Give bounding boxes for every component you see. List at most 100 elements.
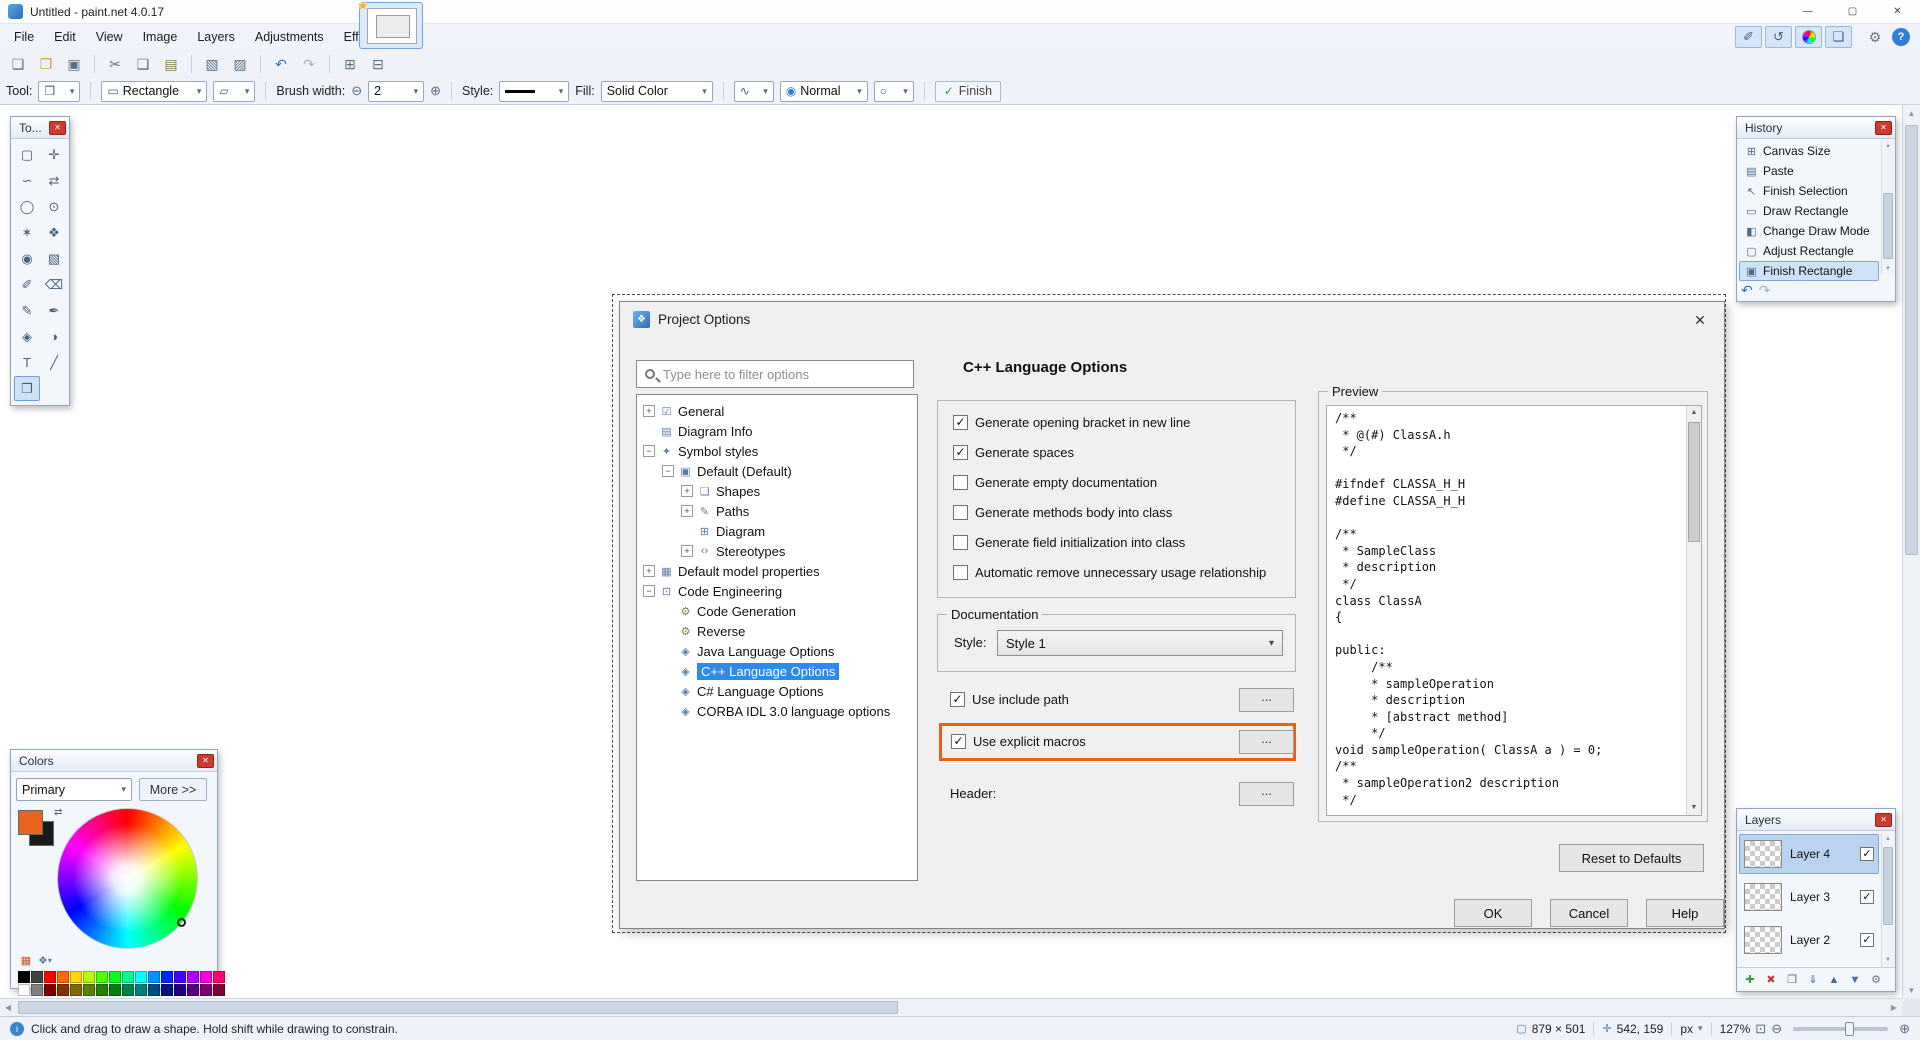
scrollbar-thumb[interactable] [1883,193,1893,259]
history-window-toggle[interactable]: ↺ [1765,26,1792,48]
dialog-help-button[interactable]: Help [1646,899,1724,927]
menu-image[interactable]: Image [133,26,188,48]
close-icon[interactable]: ✕ [1875,121,1892,135]
shape-type-dropdown[interactable]: ▭ Rectangle ▾ [101,81,207,102]
expander-icon[interactable]: + [681,485,693,497]
color-swatch[interactable] [109,984,121,996]
tree-item-symbol-styles[interactable]: −✦Symbol styles [637,441,917,461]
zoom-in-button[interactable]: ⊕ [1899,1021,1910,1037]
tool-move-selection[interactable]: ⇄ [41,168,67,193]
tree-item-general[interactable]: +☑General [637,401,917,421]
include-path-browse-button[interactable]: ... [1239,688,1294,712]
zoom-to-window-button[interactable]: ⊡ [1755,1021,1766,1037]
color-swatch[interactable] [70,984,82,996]
tree-item-reverse[interactable]: ⚙Reverse [637,621,917,641]
color-swatch[interactable] [31,971,43,983]
minimize-button[interactable]: — [1785,0,1830,24]
layer-visibility-checkbox[interactable]: ✓ [1860,933,1874,947]
tool-eraser[interactable]: ⌫ [41,272,67,297]
ruler-toggle-button[interactable]: ⊟ [366,52,390,76]
cut-button[interactable]: ✂ [103,52,127,76]
tool-shapes-selected[interactable]: ❒ [14,376,40,401]
layer-visibility-checkbox[interactable]: ✓ [1860,890,1874,904]
decrease-width-button[interactable]: ⊖ [351,83,362,99]
checkbox[interactable]: ✓ [951,734,966,749]
image-list-thumbnail[interactable]: ★ [359,2,423,49]
header-browse-button[interactable]: ... [1239,782,1294,806]
color-swatch[interactable] [70,971,82,983]
color-swatch[interactable] [200,984,212,996]
color-swatch[interactable] [187,971,199,983]
menu-edit[interactable]: Edit [44,26,86,48]
color-swatch[interactable] [31,984,43,996]
fill-style-dropdown[interactable]: Solid Color ▾ [601,81,713,102]
checkbox[interactable] [953,535,968,550]
color-swatch[interactable] [200,971,212,983]
scroll-right-icon[interactable]: ▶ [1886,999,1902,1016]
tree-item-java-language-options[interactable]: ◈Java Language Options [637,641,917,661]
color-swatch[interactable] [83,984,95,996]
scroll-left-icon[interactable]: ◀ [0,999,16,1016]
scrollbar-thumb[interactable] [1688,422,1700,542]
layers-window-toggle[interactable]: ❏ [1825,26,1852,48]
checkbox[interactable]: ✓ [953,445,968,460]
expander-icon[interactable]: + [681,505,693,517]
open-button[interactable]: ❒ [34,52,58,76]
checkbox[interactable]: ✓ [950,692,965,707]
color-swatch[interactable] [161,971,173,983]
redo-icon[interactable]: ↷ [1759,282,1771,299]
tool-lasso-select[interactable]: ∽ [14,168,40,193]
duplicate-layer-button[interactable]: ❐ [1783,971,1801,989]
tree-item-corba-language-options[interactable]: ◈CORBA IDL 3.0 language options [637,701,917,721]
dialog-close-button[interactable]: ✕ [1690,310,1710,330]
tree-item-paths[interactable]: +✎Paths [637,501,917,521]
color-swatch[interactable] [122,971,134,983]
history-item[interactable]: ⊞Canvas Size [1739,141,1879,161]
help-button[interactable]: ? [1892,28,1910,46]
checkbox[interactable] [953,565,968,580]
color-swatch[interactable] [174,971,186,983]
scroll-up-icon[interactable]: ▲ [1882,834,1894,845]
new-image-button[interactable]: ❏ [6,52,30,76]
expander-icon[interactable]: + [643,405,655,417]
delete-layer-button[interactable]: ✖ [1762,971,1780,989]
use-include-path-checkbox-row[interactable]: ✓Use include path [950,691,1069,708]
scrollbar-thumb[interactable] [1905,125,1918,555]
scroll-down-icon[interactable]: ▼ [1903,982,1920,998]
layers-window-titlebar[interactable]: Layers ✕ [1737,809,1895,831]
tool-move-selected-pixels[interactable]: ✛ [41,142,67,167]
finish-button[interactable]: ✓ Finish [935,81,1001,102]
tool-line-curve[interactable]: ╱ [41,350,67,375]
expander-icon[interactable]: − [643,445,655,457]
checkbox-row[interactable]: Automatic remove unnecessary usage relat… [953,564,1280,581]
color-swatch[interactable] [57,984,69,996]
color-swatch[interactable] [148,984,160,996]
layer-visibility-checkbox[interactable]: ✓ [1860,847,1874,861]
color-target-dropdown[interactable]: Primary ▾ [16,778,132,801]
checkbox-row[interactable]: ✓Generate spaces [953,444,1280,461]
canvas-horizontal-scrollbar[interactable]: ◀ ▶ [0,998,1902,1016]
tool-gradient[interactable]: ▧ [41,246,67,271]
layer-row[interactable]: Layer 3 ✓ [1739,877,1879,917]
checkbox-row[interactable]: Generate methods body into class [953,504,1280,521]
move-layer-up-button[interactable]: ▲ [1825,971,1843,989]
save-button[interactable]: ▣ [62,52,86,76]
tree-item-shapes[interactable]: +❏Shapes [637,481,917,501]
color-swatch[interactable] [18,971,30,983]
ok-button[interactable]: OK [1454,899,1532,927]
tree-item-code-generation[interactable]: ⚙Code Generation [637,601,917,621]
menu-view[interactable]: View [86,26,133,48]
color-wheel-marker[interactable] [177,918,186,927]
wheel-view-button[interactable]: ▦ [18,953,34,967]
grid-toggle-button[interactable]: ⊞ [338,52,362,76]
tool-clone-stamp[interactable]: ◈ [14,324,40,349]
tool-color-picker[interactable]: ✒ [41,298,67,323]
outline-style-dropdown[interactable]: ▾ [499,81,569,102]
color-swatch[interactable] [109,971,121,983]
menu-file[interactable]: File [4,26,44,48]
color-swatch[interactable] [44,984,56,996]
checkbox-row[interactable]: ✓Generate opening bracket in new line [953,414,1280,431]
scrollbar-thumb[interactable] [18,1001,898,1014]
tool-zoom[interactable]: ⊙ [41,194,67,219]
color-swatch[interactable] [213,984,225,996]
